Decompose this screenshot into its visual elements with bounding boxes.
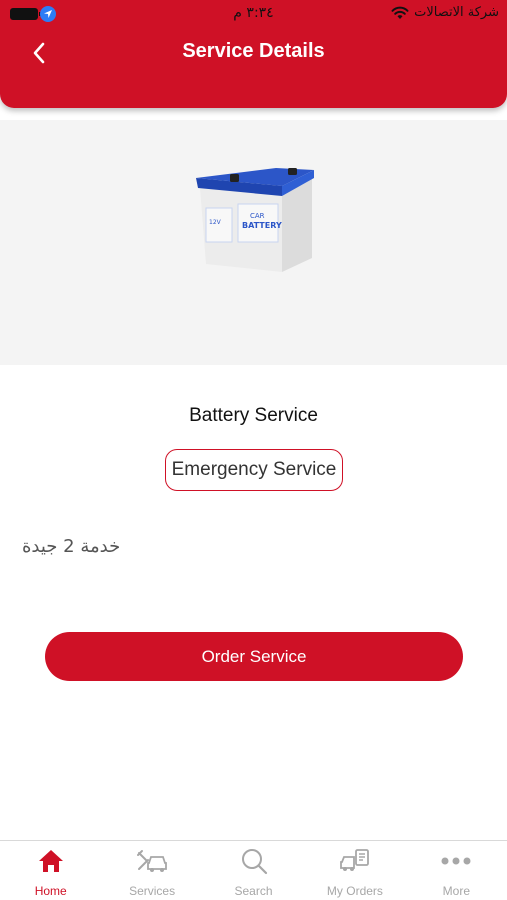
service-type-badge: Emergency Service — [165, 449, 343, 491]
order-service-button[interactable]: Order Service — [45, 632, 463, 681]
home-icon — [38, 850, 63, 872]
battery-label-car: CAR — [250, 212, 265, 220]
tab-services[interactable]: Services — [101, 841, 202, 900]
service-name: Battery Service — [189, 405, 318, 426]
tab-search-label: Search — [234, 884, 273, 898]
status-bar: ٣:٣٤ م شركة الاتصالات — [0, 0, 507, 28]
wifi-icon — [391, 6, 409, 19]
more-icon — [441, 857, 471, 865]
tab-home[interactable]: Home — [0, 841, 101, 900]
tab-more-label: More — [442, 884, 470, 898]
car-battery-image: 12V CAR BATTERY — [196, 168, 314, 272]
orders-icon — [340, 849, 369, 871]
tab-my-orders[interactable]: My Orders — [304, 841, 405, 900]
battery-label-battery: BATTERY — [242, 221, 282, 230]
tab-home-label: Home — [34, 884, 67, 898]
app-header: ٣:٣٤ م شركة الاتصالات Service Details — [0, 0, 507, 108]
product-image-area: 12V CAR BATTERY — [0, 120, 507, 365]
search-icon — [241, 849, 267, 875]
carrier-name: شركة الاتصالات — [414, 5, 499, 20]
bottom-tab-bar: Home Services Search My Orders More — [0, 840, 507, 900]
page-title: Service Details — [182, 40, 325, 62]
service-description: خدمة 2 جيدة — [22, 536, 121, 557]
battery-voltage-label: 12V — [209, 219, 222, 226]
tab-services-label: Services — [129, 884, 176, 898]
tab-my-orders-label: My Orders — [326, 884, 383, 898]
services-icon — [137, 850, 168, 872]
tab-more[interactable]: More — [406, 841, 507, 900]
tab-search[interactable]: Search — [203, 841, 304, 900]
